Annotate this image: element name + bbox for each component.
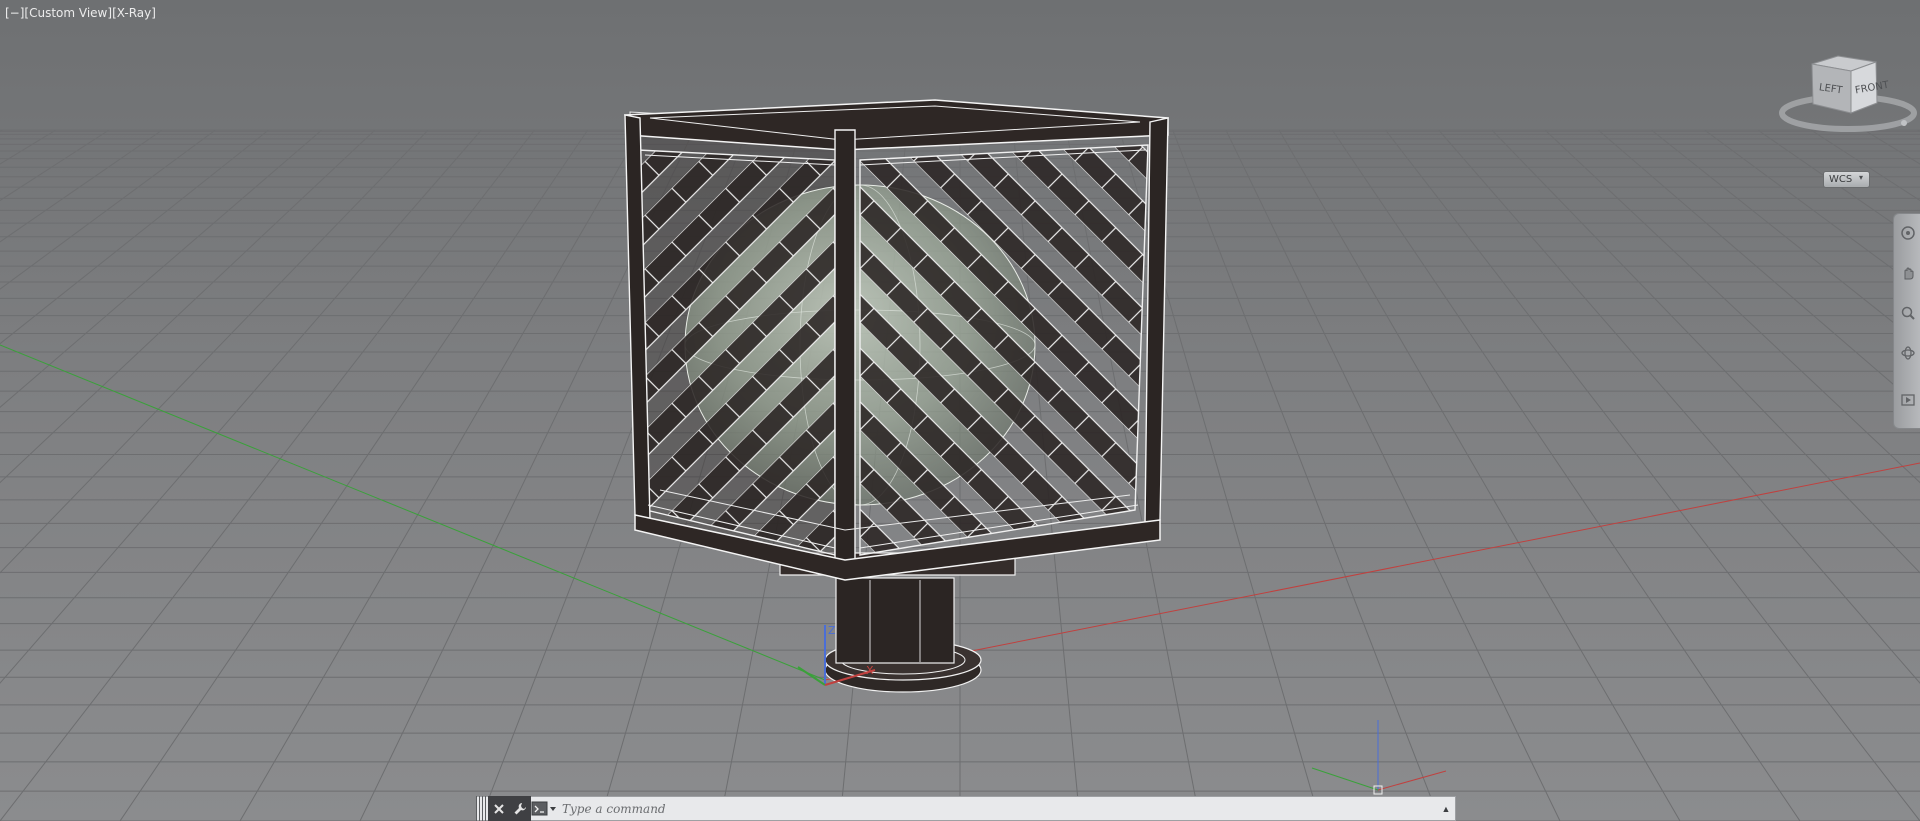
visual-style-controls-menu[interactable]: [X-Ray] [112,6,156,20]
wcs-label: WCS [1829,174,1853,185]
close-icon[interactable] [488,796,510,821]
chevron-down-icon: ▾ [1858,173,1863,182]
command-line-grip-handle[interactable] [476,796,486,821]
steering-wheel-icon[interactable] [1898,222,1918,244]
svg-text:Z: Z [828,624,836,637]
ucs-wcs-menu[interactable]: WCS ▾ [1823,171,1870,188]
view-controls-menu[interactable]: [Custom View] [24,6,112,20]
viewport-controls-label[interactable]: [−][Custom View][X-Ray] [5,6,156,20]
navigation-bar [1893,213,1920,429]
viewcube-compass-marker[interactable] [1901,120,1907,126]
svg-text:X: X [866,664,874,677]
command-history-arrow-icon[interactable]: ▲ [1438,798,1454,819]
orbit-icon[interactable] [1898,342,1918,364]
showmotion-icon[interactable] [1898,389,1918,411]
viewport-controls-menu[interactable]: [−] [5,6,24,20]
pan-icon[interactable] [1898,262,1918,284]
command-input[interactable] [562,798,1422,819]
customize-wrench-icon[interactable] [509,796,531,821]
model-viewport[interactable]: Z X LEFT FRONT [0,0,1920,821]
zoom-icon[interactable] [1898,302,1918,324]
model-lantern-cage[interactable] [624,99,1169,581]
command-prompt-icon[interactable] [531,799,559,818]
